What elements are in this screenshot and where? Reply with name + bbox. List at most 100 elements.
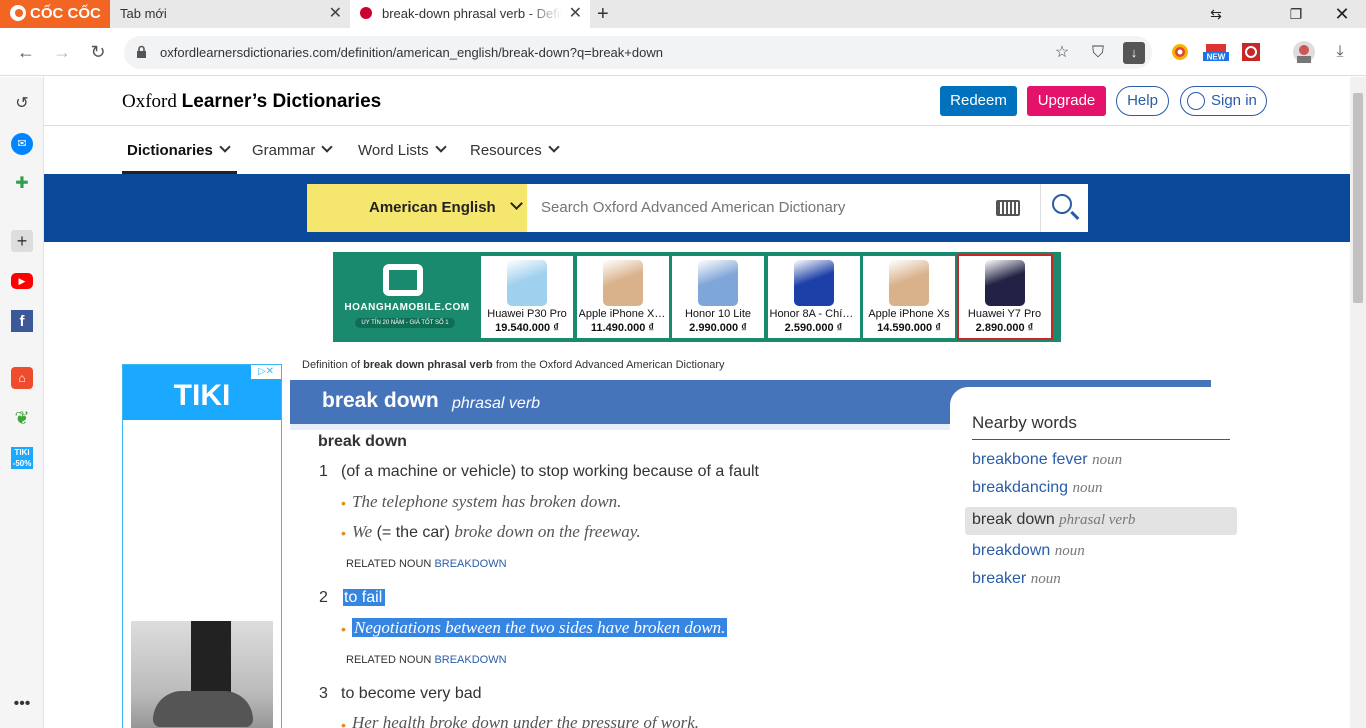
example-bullet: • bbox=[341, 621, 346, 637]
menu-label: Dictionaries bbox=[127, 142, 213, 159]
ad-product-card[interactable]: Huawei Y7 Pro 2.890.000 ₫ bbox=[956, 254, 1053, 340]
sign-in-button[interactable]: Sign in bbox=[1180, 86, 1267, 116]
dictionary-select[interactable]: American English bbox=[307, 184, 527, 232]
close-tab-icon[interactable]: ✕ bbox=[569, 0, 582, 28]
add-sidebar-item-icon[interactable]: + bbox=[11, 230, 33, 252]
coccoc-menu-button[interactable]: CỐC CỐC bbox=[0, 0, 110, 28]
ad-product-price: 19.540.000 ₫ bbox=[495, 322, 559, 334]
sense-number: 2 bbox=[319, 589, 328, 606]
tab-title: Tab mới bbox=[120, 6, 167, 21]
ad-banner[interactable]: HOANGHAMOBILE.COM UY TÍN 20 NĂM - GIÁ TỐ… bbox=[333, 252, 1061, 342]
nearby-item-current[interactable]: break down phrasal verb bbox=[972, 511, 1135, 529]
search-button[interactable] bbox=[1040, 184, 1088, 232]
sense-number: 3 bbox=[319, 685, 328, 702]
youtube-icon[interactable]: ▶ bbox=[11, 273, 33, 289]
forward-icon[interactable]: → bbox=[48, 38, 76, 66]
download-page-icon[interactable]: ↓ bbox=[1123, 42, 1145, 64]
messenger-icon[interactable]: ✉ bbox=[11, 133, 33, 155]
sign-in-label: Sign in bbox=[1211, 92, 1257, 109]
nearby-word: break down bbox=[972, 511, 1055, 528]
extension-red-icon[interactable] bbox=[1241, 42, 1261, 62]
avatar[interactable] bbox=[1293, 41, 1315, 63]
redeem-button[interactable]: Redeem bbox=[940, 86, 1017, 116]
shopee-icon[interactable]: ⌂ bbox=[11, 367, 33, 389]
nearby-item[interactable]: breaker noun bbox=[972, 570, 1061, 588]
search-input[interactable] bbox=[527, 184, 1040, 232]
facebook-icon[interactable]: f bbox=[11, 310, 33, 332]
help-button[interactable]: Help bbox=[1116, 86, 1169, 116]
search-band: American English bbox=[44, 174, 1350, 242]
ad-product-name: Apple iPhone Xs Max bbox=[578, 308, 667, 320]
ad-slogan: UY TÍN 20 NĂM - GIÁ TỐT SỐ 1 bbox=[355, 318, 455, 328]
nearby-word: breakdancing bbox=[972, 479, 1069, 496]
ad-brand-name: HOANGHAMOBILE.COM bbox=[344, 302, 470, 313]
phone-image bbox=[698, 260, 738, 306]
related-noun: RELATED NOUN BREAKDOWN bbox=[346, 558, 507, 570]
page-scrollbar[interactable] bbox=[1350, 77, 1366, 728]
site-logo[interactable]: Oxford Learner’s Dictionaries bbox=[122, 91, 381, 113]
ad-product-price: 2.890.000 ₫ bbox=[975, 322, 1034, 334]
extension-rainbow-icon[interactable] bbox=[1170, 42, 1190, 62]
tab-new[interactable]: Tab mới ✕ bbox=[110, 0, 350, 28]
menu-resources[interactable]: Resources bbox=[470, 141, 560, 159]
history-icon[interactable]: ↺ bbox=[11, 93, 33, 115]
example-sentence: Her health broke down under the pressure… bbox=[352, 713, 700, 728]
menu-grammar[interactable]: Grammar bbox=[252, 141, 334, 159]
example-sentence: We (= the car) broke down on the freeway… bbox=[352, 522, 641, 542]
example-bullet: • bbox=[341, 495, 346, 511]
downloads-icon[interactable]: ⤓ bbox=[1326, 38, 1354, 66]
ad-product-card[interactable]: Honor 10 Lite 2.990.000 ₫ bbox=[672, 256, 764, 338]
reload-icon[interactable]: ↻ bbox=[84, 38, 112, 66]
coccoc-tools-icon[interactable]: ❦ bbox=[11, 407, 33, 429]
url-text: oxfordlearnersdictionaries.com/definitio… bbox=[160, 45, 663, 60]
ad-product-card[interactable]: Apple iPhone Xs 14.590.000 ₫ bbox=[863, 256, 955, 338]
selected-text: Negotiations between the two sides have … bbox=[352, 618, 728, 637]
example-sentence: The telephone system has broken down. bbox=[352, 492, 622, 511]
tab-active[interactable]: break-down phrasal verb - Definition ✕ bbox=[350, 0, 590, 28]
address-bar[interactable]: oxfordlearnersdictionaries.com/definitio… bbox=[124, 36, 1152, 69]
related-label: RELATED NOUN bbox=[346, 654, 432, 666]
example-sentence: Negotiations between the two sides have … bbox=[352, 617, 728, 639]
source-suffix: from the Oxford Advanced American Dictio… bbox=[495, 359, 725, 371]
related-link[interactable]: BREAKDOWN bbox=[434, 558, 506, 570]
restore-icon[interactable]: ❐ bbox=[1276, 0, 1316, 28]
chevron-down-icon bbox=[321, 141, 334, 153]
scrollbar-thumb[interactable] bbox=[1353, 93, 1363, 303]
nearby-pos: noun bbox=[1092, 452, 1123, 468]
related-link[interactable]: BREAKDOWN bbox=[434, 654, 506, 666]
nearby-item[interactable]: breakdancing noun bbox=[972, 479, 1103, 497]
menu-dictionaries[interactable]: Dictionaries bbox=[127, 141, 231, 159]
back-icon[interactable]: ← bbox=[12, 38, 40, 66]
bookmark-star-icon[interactable]: ☆ bbox=[1051, 42, 1073, 64]
selected-text: to fail bbox=[343, 589, 386, 606]
nearby-item[interactable]: breakdown noun bbox=[972, 542, 1085, 560]
sense-definition: to fail bbox=[341, 587, 387, 609]
adchoices-icon[interactable]: ▷✕ bbox=[251, 365, 281, 379]
ad-product-name: Huawei P30 Pro bbox=[487, 308, 567, 320]
nearby-word: breaker bbox=[972, 570, 1027, 587]
shield-icon[interactable]: ⛉ bbox=[1087, 42, 1109, 64]
close-window-icon[interactable]: ✕ bbox=[1322, 0, 1362, 28]
ad-product-card[interactable]: Apple iPhone Xs Max 11.490.000 ₫ bbox=[576, 256, 669, 338]
extension-new-icon[interactable]: NEW bbox=[1203, 42, 1229, 62]
ad-product-card[interactable]: Huawei P30 Pro 19.540.000 ₫ bbox=[481, 256, 573, 338]
tiki-sale-icon[interactable]: TIKI -50% bbox=[11, 447, 33, 469]
side-ad[interactable]: TIKI ▷✕ bbox=[122, 364, 282, 728]
more-icon[interactable]: ••• bbox=[11, 693, 33, 715]
new-tab-button[interactable]: + bbox=[597, 0, 609, 28]
close-tab-icon[interactable]: ✕ bbox=[329, 0, 342, 28]
example-part: We bbox=[352, 522, 373, 541]
header-divider bbox=[44, 125, 1350, 126]
minimize-icon[interactable]: ⇆ bbox=[1196, 0, 1236, 28]
headword: break down bbox=[322, 389, 439, 412]
source-bold: break down phrasal verb bbox=[363, 359, 493, 371]
phone-image bbox=[984, 260, 1025, 306]
coccoc-logo-icon bbox=[10, 5, 26, 21]
menu-word-lists[interactable]: Word Lists bbox=[358, 141, 447, 159]
ad-product-card[interactable]: Honor 8A - Chính hãng 2.590.000 ₫ bbox=[767, 256, 860, 338]
game-icon[interactable]: ✚ bbox=[11, 173, 33, 195]
phone-image bbox=[507, 260, 547, 306]
upgrade-button[interactable]: Upgrade bbox=[1027, 86, 1106, 116]
dictionary-select-label: American English bbox=[369, 199, 496, 216]
nearby-item[interactable]: breakbone fever noun bbox=[972, 451, 1122, 469]
